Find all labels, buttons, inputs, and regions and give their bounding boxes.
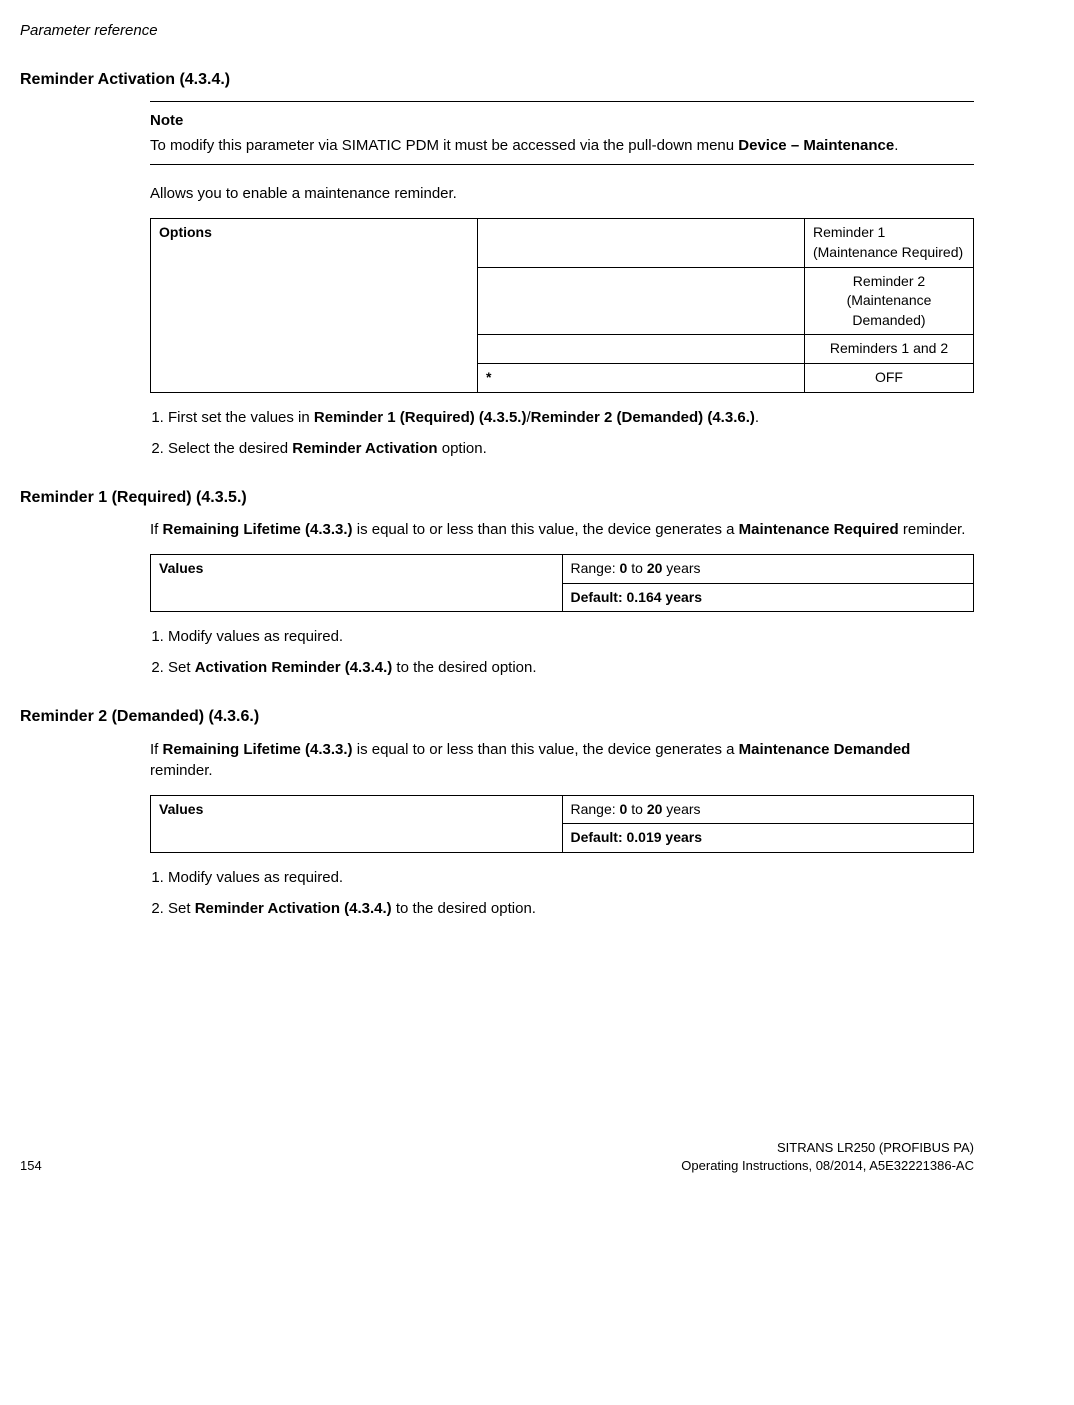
section-1-intro: Allows you to enable a maintenance remin… bbox=[150, 183, 974, 204]
text: to the desired option. bbox=[392, 900, 536, 917]
note-box: Note To modify this parameter via SIMATI… bbox=[150, 101, 974, 165]
heading-reminder-activation: Reminder Activation (4.3.4.) bbox=[20, 69, 974, 91]
values-table-1: Values Range: 0 to 20 years Default: 0.1… bbox=[150, 554, 974, 612]
section-1-steps: First set the values in Reminder 1 (Requ… bbox=[150, 407, 974, 459]
note-line1: To modify this parameter via SIMATIC PDM… bbox=[150, 137, 738, 154]
list-item: Modify values as required. bbox=[168, 626, 974, 647]
default-cell: Default: 0.164 years bbox=[562, 583, 974, 612]
text: is equal to or less than this value, the… bbox=[353, 521, 739, 538]
heading-reminder-1: Reminder 1 (Required) (4.3.5.) bbox=[20, 487, 974, 509]
range-cell: Range: 0 to 20 years bbox=[562, 795, 974, 824]
text: to bbox=[627, 801, 646, 817]
values-label-cell: Values bbox=[151, 554, 563, 611]
footer-right: SITRANS LR250 (PROFIBUS PA) Operating In… bbox=[681, 1139, 974, 1175]
step-text: option. bbox=[438, 440, 487, 457]
step-bold: Reminder 1 (Required) (4.3.5.) bbox=[314, 409, 527, 426]
page-footer: 154 SITRANS LR250 (PROFIBUS PA) Operatin… bbox=[20, 1139, 974, 1175]
section-2-steps: Modify values as required. Set Activatio… bbox=[150, 626, 974, 678]
step-bold: Reminder Activation bbox=[292, 440, 437, 457]
section-3-content: If Remaining Lifetime (4.3.3.) is equal … bbox=[150, 739, 974, 919]
section-1-content: Note To modify this parameter via SIMATI… bbox=[150, 101, 974, 458]
text: to bbox=[627, 560, 646, 576]
option-cell: Reminder 2 (Maintenance Demanded) bbox=[804, 267, 973, 335]
mark-cell bbox=[477, 219, 804, 267]
footer-line1: SITRANS LR250 (PROFIBUS PA) bbox=[681, 1139, 974, 1157]
step-bold: Reminder 2 (Demanded) (4.3.6.) bbox=[531, 409, 755, 426]
table-row: Values Range: 0 to 20 years bbox=[151, 795, 974, 824]
text: If bbox=[150, 521, 163, 538]
running-header: Parameter reference bbox=[20, 20, 974, 41]
list-item: First set the values in Reminder 1 (Requ… bbox=[168, 407, 974, 428]
section-3-steps: Modify values as required. Set Reminder … bbox=[150, 867, 974, 919]
text: years bbox=[662, 560, 700, 576]
text: reminder. bbox=[150, 762, 213, 779]
bold: Remaining Lifetime (4.3.3.) bbox=[163, 521, 353, 538]
text: Range: bbox=[571, 560, 620, 576]
note-title: Note bbox=[150, 110, 974, 131]
option-cell: Reminders 1 and 2 bbox=[804, 335, 973, 364]
mark-cell bbox=[477, 335, 804, 364]
text: years bbox=[662, 801, 700, 817]
default-cell: Default: 0.019 years bbox=[562, 824, 974, 853]
note-end: . bbox=[894, 137, 898, 154]
text: Range: bbox=[571, 801, 620, 817]
table-row: Values Range: 0 to 20 years bbox=[151, 554, 974, 583]
section-2-content: If Remaining Lifetime (4.3.3.) is equal … bbox=[150, 519, 974, 678]
list-item: Select the desired Reminder Activation o… bbox=[168, 438, 974, 459]
bold: Activation Reminder (4.3.4.) bbox=[195, 659, 393, 676]
bold: Maintenance Demanded bbox=[739, 741, 911, 758]
step-text: Select the desired bbox=[168, 440, 292, 457]
range-cell: Range: 0 to 20 years bbox=[562, 554, 974, 583]
page-number: 154 bbox=[20, 1157, 42, 1175]
note-text: To modify this parameter via SIMATIC PDM… bbox=[150, 135, 974, 156]
text: If bbox=[150, 741, 163, 758]
text: Set bbox=[168, 659, 195, 676]
bold: 20 bbox=[647, 801, 663, 817]
options-label-cell: Options bbox=[151, 219, 478, 392]
option-cell: OFF bbox=[804, 363, 973, 392]
option-cell: Reminder 1 (Maintenance Required) bbox=[804, 219, 973, 267]
heading-reminder-2: Reminder 2 (Demanded) (4.3.6.) bbox=[20, 706, 974, 728]
list-item: Modify values as required. bbox=[168, 867, 974, 888]
bold: Maintenance Required bbox=[739, 521, 899, 538]
mark-cell bbox=[477, 267, 804, 335]
options-table: Options Reminder 1 (Maintenance Required… bbox=[150, 218, 974, 392]
step-text: . bbox=[755, 409, 759, 426]
values-table-2: Values Range: 0 to 20 years Default: 0.0… bbox=[150, 795, 974, 853]
section-3-intro: If Remaining Lifetime (4.3.3.) is equal … bbox=[150, 739, 974, 781]
bold: Remaining Lifetime (4.3.3.) bbox=[163, 741, 353, 758]
list-item: Set Reminder Activation (4.3.4.) to the … bbox=[168, 898, 974, 919]
text: reminder. bbox=[899, 521, 966, 538]
values-label-cell: Values bbox=[151, 795, 563, 852]
list-item: Set Activation Reminder (4.3.4.) to the … bbox=[168, 657, 974, 678]
text: to the desired option. bbox=[392, 659, 536, 676]
note-bold: Device – Maintenance bbox=[738, 137, 894, 154]
bold: 20 bbox=[647, 560, 663, 576]
table-row: Options Reminder 1 (Maintenance Required… bbox=[151, 219, 974, 267]
section-2-intro: If Remaining Lifetime (4.3.3.) is equal … bbox=[150, 519, 974, 540]
mark-cell: * bbox=[477, 363, 804, 392]
text: is equal to or less than this value, the… bbox=[353, 741, 739, 758]
step-text: First set the values in bbox=[168, 409, 314, 426]
text: Set bbox=[168, 900, 195, 917]
footer-line2: Operating Instructions, 08/2014, A5E3222… bbox=[681, 1157, 974, 1175]
bold: Reminder Activation (4.3.4.) bbox=[195, 900, 392, 917]
